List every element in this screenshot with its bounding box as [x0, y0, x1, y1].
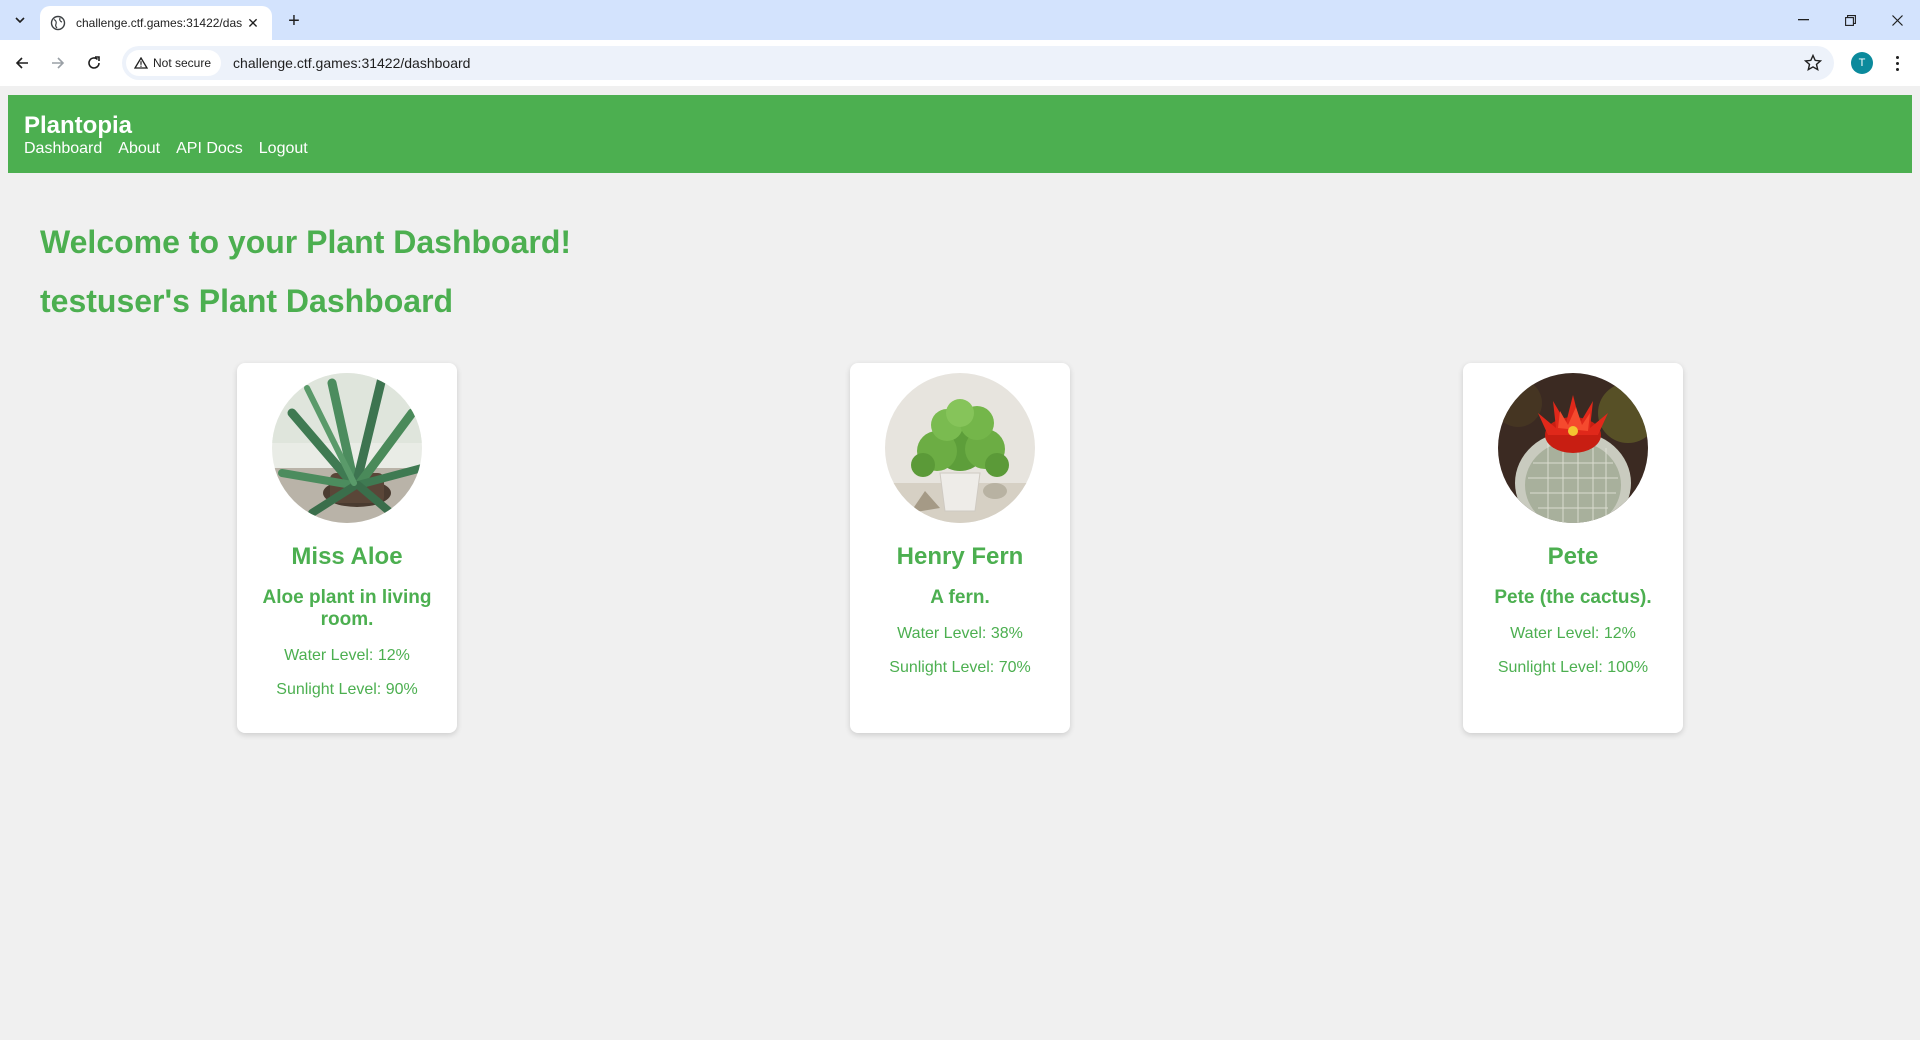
- nav-link-dashboard[interactable]: Dashboard: [24, 139, 102, 159]
- url-text[interactable]: challenge.ctf.games:31422/dashboard: [233, 55, 470, 71]
- water-level: Water Level: 12%: [284, 647, 410, 664]
- address-bar[interactable]: Not secure challenge.ctf.games:31422/das…: [122, 46, 1834, 80]
- restore-button[interactable]: [1827, 0, 1873, 40]
- site-header: Plantopia Dashboard About API Docs Logou…: [8, 95, 1912, 173]
- browser-tabstrip: challenge.ctf.games:31422/dashboard ✕ +: [0, 0, 1920, 40]
- nav-link-about[interactable]: About: [118, 139, 160, 159]
- plant-card: Henry Fern A fern. Water Level: 38% Sunl…: [850, 363, 1070, 733]
- browser-tab-active[interactable]: challenge.ctf.games:31422/dashboard ✕: [40, 6, 272, 40]
- minimize-button[interactable]: [1780, 0, 1826, 40]
- tab-title: challenge.ctf.games:31422/dashboard: [76, 16, 242, 30]
- sunlight-level: Sunlight Level: 70%: [889, 659, 1031, 676]
- cactus-plant-image: [1498, 373, 1648, 523]
- tab-close-icon[interactable]: ✕: [244, 14, 262, 32]
- profile-avatar[interactable]: T: [1851, 52, 1873, 74]
- site-nav: Dashboard About API Docs Logout: [24, 139, 1896, 159]
- browser-toolbar: Not secure challenge.ctf.games:31422/das…: [0, 40, 1920, 86]
- plant-description: A fern.: [930, 587, 990, 608]
- close-icon: [1891, 14, 1903, 26]
- plant-description: Aloe plant in living room.: [262, 587, 432, 630]
- sunlight-level: Sunlight Level: 90%: [276, 681, 418, 698]
- tab-search-button[interactable]: [8, 8, 32, 32]
- plant-description: Pete (the cactus).: [1494, 587, 1652, 608]
- arrow-right-icon: [52, 57, 65, 69]
- site-brand: Plantopia: [24, 112, 133, 139]
- chevron-down-icon: [15, 17, 25, 23]
- page-viewport: Plantopia Dashboard About API Docs Logou…: [0, 86, 1920, 1040]
- security-label: Not secure: [153, 56, 212, 70]
- reload-button[interactable]: [80, 49, 108, 77]
- dashboard-subtitle: testuser's Plant Dashboard: [40, 283, 454, 319]
- nav-link-logout[interactable]: Logout: [259, 139, 308, 159]
- plant-name: Pete: [1547, 543, 1599, 570]
- page-title: Welcome to your Plant Dashboard!: [40, 224, 572, 260]
- plant-name: Miss Aloe: [291, 543, 403, 570]
- reload-icon: [88, 56, 100, 69]
- warning-icon: [134, 57, 148, 69]
- globe-icon: [50, 15, 66, 31]
- new-tab-button[interactable]: +: [282, 9, 306, 33]
- browser-menu-icon[interactable]: [1886, 52, 1908, 74]
- water-level: Water Level: 12%: [1510, 625, 1636, 642]
- restore-icon: [1844, 14, 1856, 26]
- plant-card: Miss Aloe Aloe plant in living room. Wat…: [237, 363, 457, 733]
- bookmark-star-icon[interactable]: [1804, 54, 1822, 72]
- back-button[interactable]: [8, 49, 36, 77]
- close-window-button[interactable]: [1874, 0, 1920, 40]
- arrow-left-icon: [15, 57, 28, 69]
- forward-button[interactable]: [44, 49, 72, 77]
- sunlight-level: Sunlight Level: 100%: [1497, 659, 1649, 676]
- aloe-plant-image: [272, 373, 422, 523]
- nav-link-api-docs[interactable]: API Docs: [176, 139, 243, 159]
- minimize-icon: [1797, 19, 1809, 21]
- security-chip[interactable]: Not secure: [126, 50, 222, 76]
- plant-name: Henry Fern: [896, 543, 1024, 570]
- fern-plant-image: [885, 373, 1035, 523]
- plant-card: Pete Pete (the cactus). Water Level: 12%…: [1463, 363, 1683, 733]
- water-level: Water Level: 38%: [897, 625, 1023, 642]
